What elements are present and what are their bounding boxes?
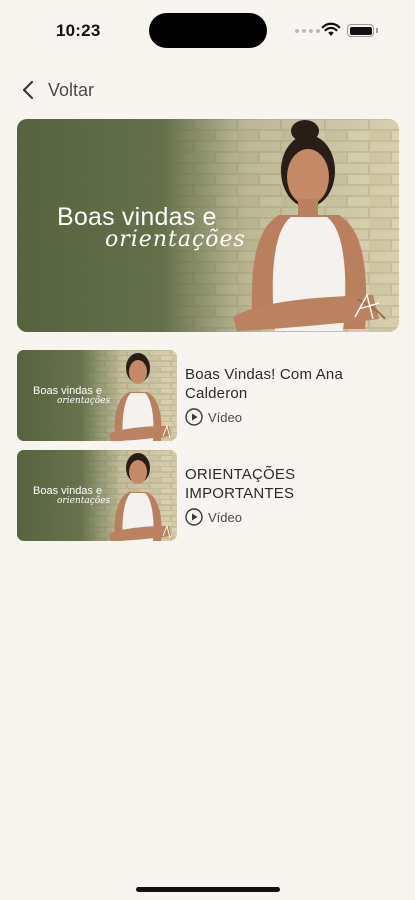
video-list: Boas vindas e orientações Boas Vindas! C… bbox=[17, 350, 399, 550]
dynamic-island bbox=[149, 13, 267, 48]
list-item[interactable]: Boas vindas e orientações Boas Vindas! C… bbox=[17, 350, 399, 442]
thumbnail-subtitle: orientações bbox=[57, 496, 111, 506]
home-indicator[interactable] bbox=[136, 887, 280, 892]
video-type-label: Vídeo bbox=[208, 409, 242, 425]
hero-banner[interactable]: Boas vindas e orientações bbox=[17, 119, 399, 332]
back-label: Voltar bbox=[48, 79, 95, 100]
video-type-label: Vídeo bbox=[208, 509, 242, 525]
item-info: Boas Vindas! Com Ana Calderon Vídeo bbox=[177, 350, 399, 442]
hero-subtitle: orientações bbox=[105, 227, 246, 252]
video-title: ORIENTAÇÕES IMPORTANTES bbox=[185, 466, 296, 502]
video-title: Boas Vindas! Com Ana Calderon bbox=[185, 366, 343, 402]
list-item[interactable]: Boas vindas e orientações ORIENTAÇÕES IM… bbox=[17, 450, 399, 542]
cellular-signal-icon bbox=[295, 29, 320, 33]
thumbnail-subtitle: orientações bbox=[57, 396, 111, 406]
battery-icon bbox=[347, 24, 374, 37]
item-info: ORIENTAÇÕES IMPORTANTES Vídeo bbox=[177, 450, 399, 542]
video-thumbnail: Boas vindas e orientações bbox=[17, 350, 177, 441]
play-circle-icon bbox=[185, 508, 203, 526]
back-button[interactable]: Voltar bbox=[22, 76, 94, 104]
status-bar: 10:23 bbox=[0, 0, 415, 58]
wifi-icon bbox=[321, 22, 341, 36]
play-circle-icon bbox=[185, 408, 203, 426]
video-thumbnail: Boas vindas e orientações bbox=[17, 450, 177, 541]
video-meta: Vídeo bbox=[185, 408, 399, 426]
status-time: 10:23 bbox=[56, 21, 101, 40]
back-chevron-icon bbox=[22, 80, 34, 100]
video-meta: Vídeo bbox=[185, 508, 399, 526]
